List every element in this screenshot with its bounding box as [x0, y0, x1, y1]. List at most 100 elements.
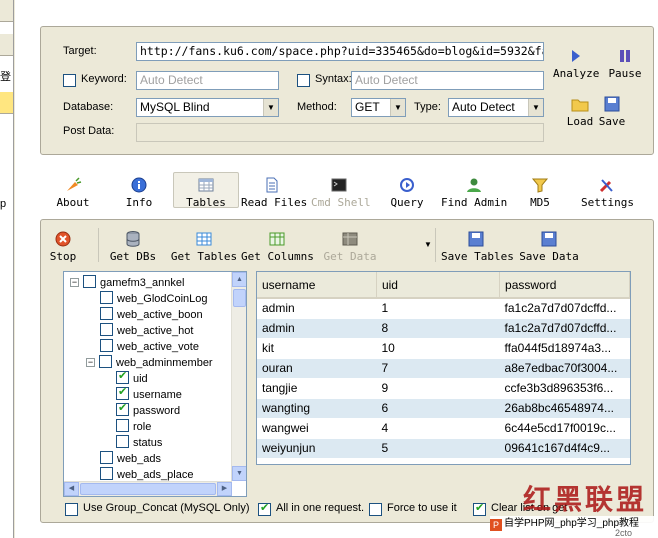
tree-checkbox[interactable] [100, 451, 113, 464]
data-grid[interactable]: username uid password admin 1 fa1c2a7d7d07dc… [256, 271, 631, 465]
stop-button[interactable]: Stop [47, 230, 79, 263]
tree-item[interactable]: − gamefm3_annkel [70, 275, 184, 291]
table-cell: fa1c2a7d7d07dcffd... [499, 298, 630, 319]
get-dbs-label: Get DBs [109, 250, 157, 263]
syntax-checkbox[interactable] [297, 74, 310, 87]
chevron-down-icon[interactable]: ▼ [424, 240, 432, 249]
force-checkbox[interactable] [369, 503, 382, 516]
get-columns-button[interactable]: Get Columns [241, 230, 314, 263]
tree-item[interactable]: − web_adminmember [86, 355, 213, 371]
target-url-input[interactable]: http://fans.ku6.com/space.php?uid=335465… [136, 42, 544, 61]
clear-list-checkbox[interactable] [473, 501, 486, 516]
save-tables-button[interactable]: Save Tables [441, 230, 514, 263]
scroll-thumb[interactable] [233, 289, 246, 307]
syntax-input[interactable]: Auto Detect [351, 71, 544, 90]
scroll-thumb[interactable] [80, 483, 216, 495]
tab-tables[interactable]: Tables [173, 172, 239, 209]
group-concat-checkbox[interactable] [65, 503, 78, 516]
tree-item-label: web_ads [117, 453, 162, 465]
get-tables-button[interactable]: Get Tables [169, 230, 239, 263]
save-button[interactable]: Save [597, 95, 627, 128]
tree-item[interactable]: web_active_hot [100, 323, 193, 339]
tree-item[interactable]: status [116, 435, 162, 451]
about-button[interactable]: About [53, 176, 93, 209]
brand-watermark: 红黑联盟 [523, 483, 648, 516]
tree-item[interactable]: web_ads [100, 451, 161, 467]
tree-checkbox[interactable] [116, 369, 129, 384]
table-icon [196, 232, 212, 246]
table-row[interactable]: wangting 6 26ab8bc46548974... [257, 398, 630, 419]
tree-checkbox[interactable] [100, 291, 113, 304]
tree-horizontal-scrollbar[interactable]: ◀ ▶ [64, 481, 232, 496]
tree-checkbox[interactable] [100, 323, 113, 336]
all-in-one-checkbox[interactable] [258, 501, 271, 516]
tree-item[interactable]: web_active_vote [100, 339, 199, 355]
load-button[interactable]: Load [565, 95, 595, 128]
table-row[interactable]: tangjie 9 ccfe3b3d896353f6... [257, 378, 630, 399]
tree-checkbox[interactable] [99, 355, 112, 368]
scroll-down-icon[interactable]: ▼ [232, 466, 246, 481]
table-row[interactable]: wangwei 4 6c44e5cd17f0019c... [257, 418, 630, 439]
query-label: Query [390, 196, 424, 209]
read-files-button[interactable]: Read Files [241, 176, 307, 209]
keyword-input[interactable]: Auto Detect [136, 71, 279, 90]
database-select[interactable]: MySQL Blind ▼ [136, 98, 279, 117]
pause-button[interactable]: Pause [607, 47, 643, 80]
table-row[interactable]: admin 8 fa1c2a7d7d07dcffd... [257, 318, 630, 339]
save-data-button[interactable]: Save Data [519, 230, 579, 263]
column-header[interactable]: password [499, 272, 630, 299]
table-row[interactable]: weiyunjun 5 09641c167d4f4c9... [257, 438, 630, 459]
table-header-row: username uid password [257, 272, 630, 299]
get-dbs-button[interactable]: Get DBs [105, 230, 161, 263]
schema-tree[interactable]: − gamefm3_annkel web_GlodCoinLog web_active… [63, 271, 247, 497]
query-button[interactable]: Query [387, 176, 427, 209]
post-data-label: Post Data: [63, 125, 115, 137]
analyze-button[interactable]: Analyze [553, 47, 599, 80]
scroll-right-icon[interactable]: ▶ [217, 482, 232, 496]
column-header[interactable]: username [257, 272, 377, 299]
table-cell: wangwei [257, 418, 377, 439]
tree-checkbox[interactable] [100, 467, 113, 480]
info-button[interactable]: Info [119, 176, 159, 209]
method-select[interactable]: GET ▼ [351, 98, 406, 117]
tree-vertical-scrollbar[interactable]: ▲ ▼ [231, 272, 246, 481]
tree-expander-icon[interactable]: − [86, 358, 95, 367]
tools-icon [599, 179, 613, 193]
scroll-up-icon[interactable]: ▲ [232, 272, 246, 287]
tree-checkbox[interactable] [100, 307, 113, 320]
tree-item[interactable]: role [116, 419, 151, 435]
scroll-left-icon[interactable]: ◀ [64, 482, 79, 496]
find-admin-button[interactable]: Find Admin [441, 176, 507, 209]
md5-button[interactable]: MD5 [525, 176, 555, 209]
tree-item[interactable]: web_active_boon [100, 307, 203, 323]
column-header[interactable]: uid [376, 272, 501, 299]
tree-checkbox[interactable] [116, 419, 129, 432]
tree-checkbox[interactable] [83, 275, 96, 288]
cmd-shell-label: Cmd Shell [311, 196, 371, 209]
cmd-shell-button[interactable]: Cmd Shell [311, 176, 371, 209]
tree-checkbox[interactable] [116, 435, 129, 448]
table-row[interactable]: admin 1 fa1c2a7d7d07dcffd... [257, 298, 630, 319]
tree-checkbox[interactable] [116, 385, 129, 400]
table-row[interactable]: kit 10 ffa044f5d18974a3... [257, 338, 630, 359]
md5-label: MD5 [530, 196, 550, 209]
tree-item-label: role [133, 421, 152, 433]
keyword-checkbox[interactable] [63, 74, 76, 87]
settings-button[interactable]: Settings [581, 176, 634, 209]
table-row[interactable]: ouran 7 a8e7edbac70f3004... [257, 358, 630, 379]
table-cell: 7 [376, 358, 500, 379]
tree-checkbox[interactable] [100, 339, 113, 352]
type-select[interactable]: Auto Detect ▼ [448, 98, 544, 117]
tree-item[interactable]: web_GlodCoinLog [100, 291, 208, 307]
find-admin-label: Find Admin [441, 196, 508, 209]
play-icon [572, 50, 580, 62]
get-data-button[interactable]: Get Data [321, 230, 379, 263]
group-concat-label: Use Group_Concat (MySQL Only) [83, 502, 250, 514]
tree-item[interactable]: password [116, 401, 180, 419]
post-data-input[interactable] [136, 123, 544, 142]
table-cell: 4 [376, 418, 500, 439]
tree-expander-icon[interactable]: − [70, 278, 79, 287]
data-icon [342, 232, 358, 246]
query-icon [400, 178, 414, 192]
tree-checkbox[interactable] [116, 401, 129, 416]
